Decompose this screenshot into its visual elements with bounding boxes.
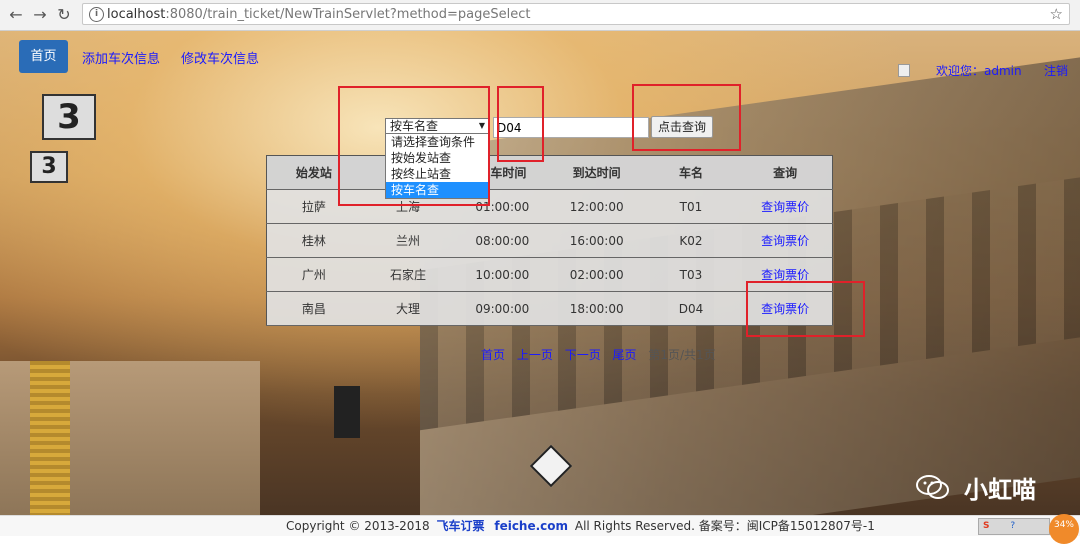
url-path: :8080/train_ticket/NewTrainServlet?metho… <box>165 7 531 22</box>
page-first-link[interactable]: 首页 <box>481 348 505 362</box>
cell-depart: 10:00:00 <box>455 257 550 292</box>
page-info: 第1页/共1页 <box>648 348 716 362</box>
footer-brand-domain: feiche.com <box>494 519 569 533</box>
annotation-box-price-link <box>746 281 865 337</box>
cell-arrive: 02:00:00 <box>549 257 644 292</box>
watermark: 小虹喵 <box>916 468 1056 508</box>
platform-sign-small: 3 <box>30 151 68 183</box>
cell-train: D04 <box>643 291 739 326</box>
footer-rights: All Rights Reserved. 备案号：闽ICP备15012807号-… <box>574 519 875 533</box>
bookmark-star-icon[interactable]: ☆ <box>1050 5 1063 23</box>
annotation-box-select <box>338 86 490 206</box>
platform-sign: 3 <box>42 94 96 140</box>
broken-image-icon <box>898 64 910 77</box>
logout-link[interactable]: 注销 <box>1044 62 1068 79</box>
nav-add-train-link[interactable]: 添加车次信息 <box>82 48 160 67</box>
cell-depart: 08:00:00 <box>455 223 550 258</box>
nav-edit-train-link[interactable]: 修改车次信息 <box>181 48 259 67</box>
annotation-box-button <box>632 84 741 151</box>
address-bar[interactable]: i localhost:8080/train_ticket/NewTrainSe… <box>82 3 1070 25</box>
cell-train: T03 <box>643 257 739 292</box>
footer-copyright: Copyright © 2013-2018 <box>286 519 430 533</box>
system-badge: 34% <box>1049 514 1079 544</box>
cell-origin: 桂林 <box>266 223 361 258</box>
forward-icon[interactable]: → <box>30 5 50 25</box>
info-icon[interactable]: i <box>89 7 104 22</box>
cell-arrive: 12:00:00 <box>549 189 644 224</box>
cell-origin: 南昌 <box>266 291 361 326</box>
address-url: localhost:8080/train_ticket/NewTrainServ… <box>107 7 530 22</box>
welcome-text: 欢迎您：admin <box>936 64 1022 78</box>
page-prev-link[interactable]: 上一页 <box>517 348 553 362</box>
ime-s-icon: S <box>983 521 990 531</box>
footer: Copyright © 2013-2018 飞车订票 feiche.com Al… <box>0 515 1080 536</box>
help-icon: ? <box>1010 521 1016 531</box>
cell-arrive: 16:00:00 <box>549 223 644 258</box>
cell-depart: 09:00:00 <box>455 291 550 326</box>
signal-post <box>334 386 360 438</box>
cell-train: K02 <box>643 223 739 258</box>
col-header-arrive: 到达时间 <box>549 155 644 190</box>
page-last-link[interactable]: 尾页 <box>613 348 637 362</box>
table-row: 桂林 兰州 08:00:00 16:00:00 K02 查询票价 <box>266 223 833 258</box>
watermark-text: 小虹喵 <box>964 476 1036 504</box>
cell-destination: 石家庄 <box>360 257 456 292</box>
query-price-link[interactable]: 查询票价 <box>738 223 833 258</box>
cell-arrive: 18:00:00 <box>549 291 644 326</box>
reload-icon[interactable]: ↻ <box>54 5 74 25</box>
wechat-icon <box>916 475 949 499</box>
footer-text: Copyright © 2013-2018 飞车订票 feiche.com Al… <box>286 516 875 536</box>
cell-origin: 广州 <box>266 257 361 292</box>
cell-train: T01 <box>643 189 739 224</box>
back-icon[interactable]: ← <box>6 5 26 25</box>
annotation-box-input <box>497 86 544 162</box>
browser-toolbar: ← → ↻ i localhost:8080/train_ticket/NewT… <box>0 0 1080 31</box>
platform-stripe <box>30 361 70 515</box>
query-price-link[interactable]: 查询票价 <box>738 189 833 224</box>
col-header-query: 查询 <box>738 155 833 190</box>
ime-toolbar[interactable]: S ? <box>978 518 1050 535</box>
nav-home-button[interactable]: 首页 <box>19 40 68 73</box>
pagination: 首页 上一页 下一页 尾页 第1页/共1页 <box>481 346 716 363</box>
cell-destination: 兰州 <box>360 223 456 258</box>
col-header-train: 车名 <box>643 155 739 190</box>
page-next-link[interactable]: 下一页 <box>565 348 601 362</box>
footer-brand-cn: 飞车订票 <box>436 519 485 533</box>
url-host: localhost <box>107 7 166 22</box>
cell-destination: 大理 <box>360 291 456 326</box>
